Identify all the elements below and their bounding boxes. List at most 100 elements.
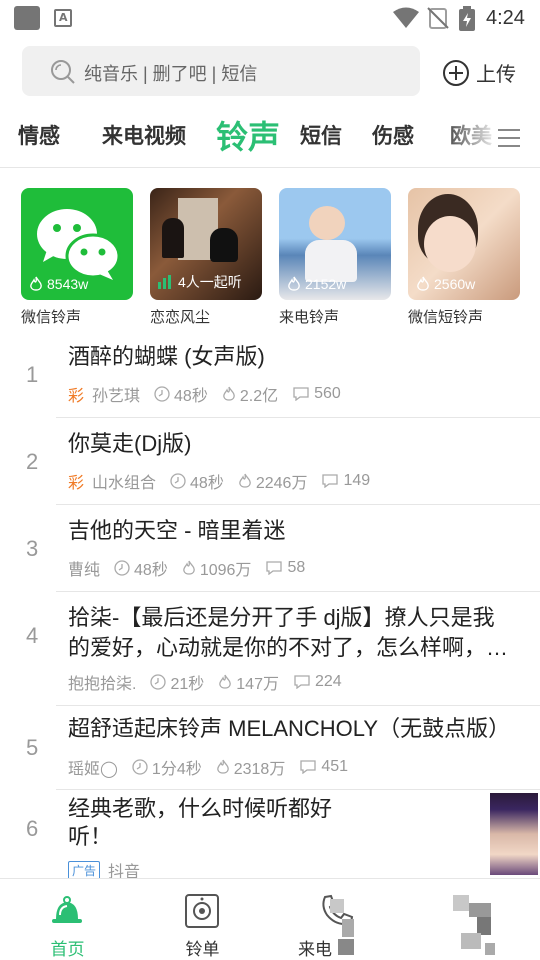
bottom-nav: 首页 铃单 来电 [0,878,540,960]
flame-icon [216,759,229,774]
tab-lingsheng[interactable]: 铃声 [216,112,280,158]
duration: 48秒 [114,556,168,580]
comment-count: 58 [265,559,305,577]
flame-icon [288,276,300,291]
photo-figure [210,228,238,262]
tab-fade [440,108,540,166]
photo-face [309,206,345,240]
song-title: 吉他的天空 - 暗里着迷 [68,518,286,543]
nav-lingdan[interactable]: 铃单 [135,879,270,960]
rank-number: 2 [26,449,39,474]
card-label: 微信铃声 [21,309,82,326]
comment-icon [300,760,316,774]
play-count: 147万 [218,670,279,694]
a-notification-icon: A [54,9,72,27]
search-bar[interactable]: 纯音乐 | 删了吧 | 短信 [22,46,420,96]
flame-icon [182,560,195,575]
flame-icon [219,674,232,689]
upload-label: 上传 [476,64,516,86]
battery-charging-icon [459,6,475,31]
song-meta: 瑶姬◯ 1分4秒 2318万 451 [68,755,362,779]
clock: 4:24 [486,7,525,29]
clock-icon [132,759,148,775]
card-wechat-short-ringtone[interactable]: 2560w 微信短铃声 [408,188,520,327]
rank-number: 3 [26,536,39,561]
card-label: 恋恋风尘 [150,309,211,326]
featured-cards: 8543w 微信铃声 4人一起听 恋恋风尘 2152w 来电铃声 2560w 微… [0,188,540,328]
card-stat: 8543w [29,276,88,292]
nav-label: 首页 [50,940,85,959]
comment-icon [293,387,309,401]
ad-title-line1: 经典老歌，什么时候听都好 [68,796,333,821]
divider [56,504,540,505]
nav-laidian[interactable]: 来电 [270,879,405,960]
artist: 瑶姬◯ [68,761,118,778]
divider [56,417,540,418]
search-placeholder: 纯音乐 | 删了吧 | 短信 [84,64,258,84]
card-laidian-ringtone[interactable]: 2152w 来电铃声 [279,188,391,327]
comment-icon [322,474,339,488]
artist: 曹纯 [68,562,101,579]
clock-icon [150,674,167,690]
nav-label: 来电 [298,940,332,959]
tab-qinggan[interactable]: 情感 [18,120,60,150]
nav-profile[interactable] [405,879,540,960]
flame-icon [30,276,42,291]
flame-icon [238,473,251,488]
play-count: 1096万 [182,556,251,580]
card-label: 微信短铃声 [408,309,484,326]
tab-shanggan[interactable]: 伤感 [372,120,414,150]
duration: 21秒 [150,670,204,694]
comment-icon [294,675,310,689]
comment-count: 560 [292,385,341,403]
card-stat: 2152w [287,276,346,292]
song-meta: 彩 孙艺琪 48秒 2.2亿 560 [68,382,355,406]
divider [56,705,540,706]
mosaic-block [461,933,481,949]
tab-duanxin[interactable]: 短信 [300,120,342,150]
song-meta: 彩 山水组合 48秒 2246万 149 [68,469,384,493]
flame-icon [417,276,429,291]
card-stat: 4人一起听 [158,272,242,292]
duration: 1分4秒 [132,755,202,779]
flame-icon [222,386,235,401]
comment-count: 224 [293,673,342,691]
clock-icon [114,560,130,576]
ad-badge: 广告 [68,860,101,880]
play-count: 2318万 [216,755,285,779]
artist: 抱抱拾柒. [68,676,137,693]
artist: 山水组合 [92,475,157,492]
ad-thumbnail[interactable] [490,793,538,875]
rank-number: 1 [26,362,39,387]
song-meta: 抱抱拾柒. 21秒 147万 224 [68,670,356,694]
mosaic-block [330,899,344,913]
song-title: 你莫走(Dj版) [68,431,192,456]
duration: 48秒 [154,382,208,406]
photo-face [424,216,476,272]
comment-count: 451 [299,758,348,776]
upload-button[interactable]: 上传 [442,58,516,87]
song-meta: 曹纯 48秒 1096万 58 [68,556,319,580]
duration: 48秒 [170,469,224,493]
card-thumbnail: 2560w [408,188,520,300]
card-wechat-ringtone[interactable]: 8543w 微信铃声 [21,188,133,327]
tab-laidian-video[interactable]: 来电视频 [102,120,186,150]
clock-icon [154,386,170,402]
nav-home[interactable]: 首页 [0,879,135,960]
no-signal-icon [427,7,449,29]
divider [56,789,540,790]
song-title: 超舒适起床铃声 MELANCHOLY（无鼓点版） [68,716,511,741]
photo-figure [162,218,184,258]
menu-icon[interactable] [498,128,520,148]
status-bar: A 4:24 [0,0,540,36]
play-count: 2.2亿 [222,382,278,406]
category-tabs: 情感 来电视频 铃声 短信 伤感 欧美 [0,108,540,168]
app-notification-icon [14,6,40,30]
speaker-icon [185,894,219,928]
card-lianlianfengchen[interactable]: 4人一起听 恋恋风尘 [150,188,262,327]
rank-number: 5 [26,735,39,760]
card-stat: 2560w [416,276,475,292]
equalizer-icon [158,275,171,289]
comment-count: 149 [321,472,370,490]
rank-number: 6 [26,816,39,841]
